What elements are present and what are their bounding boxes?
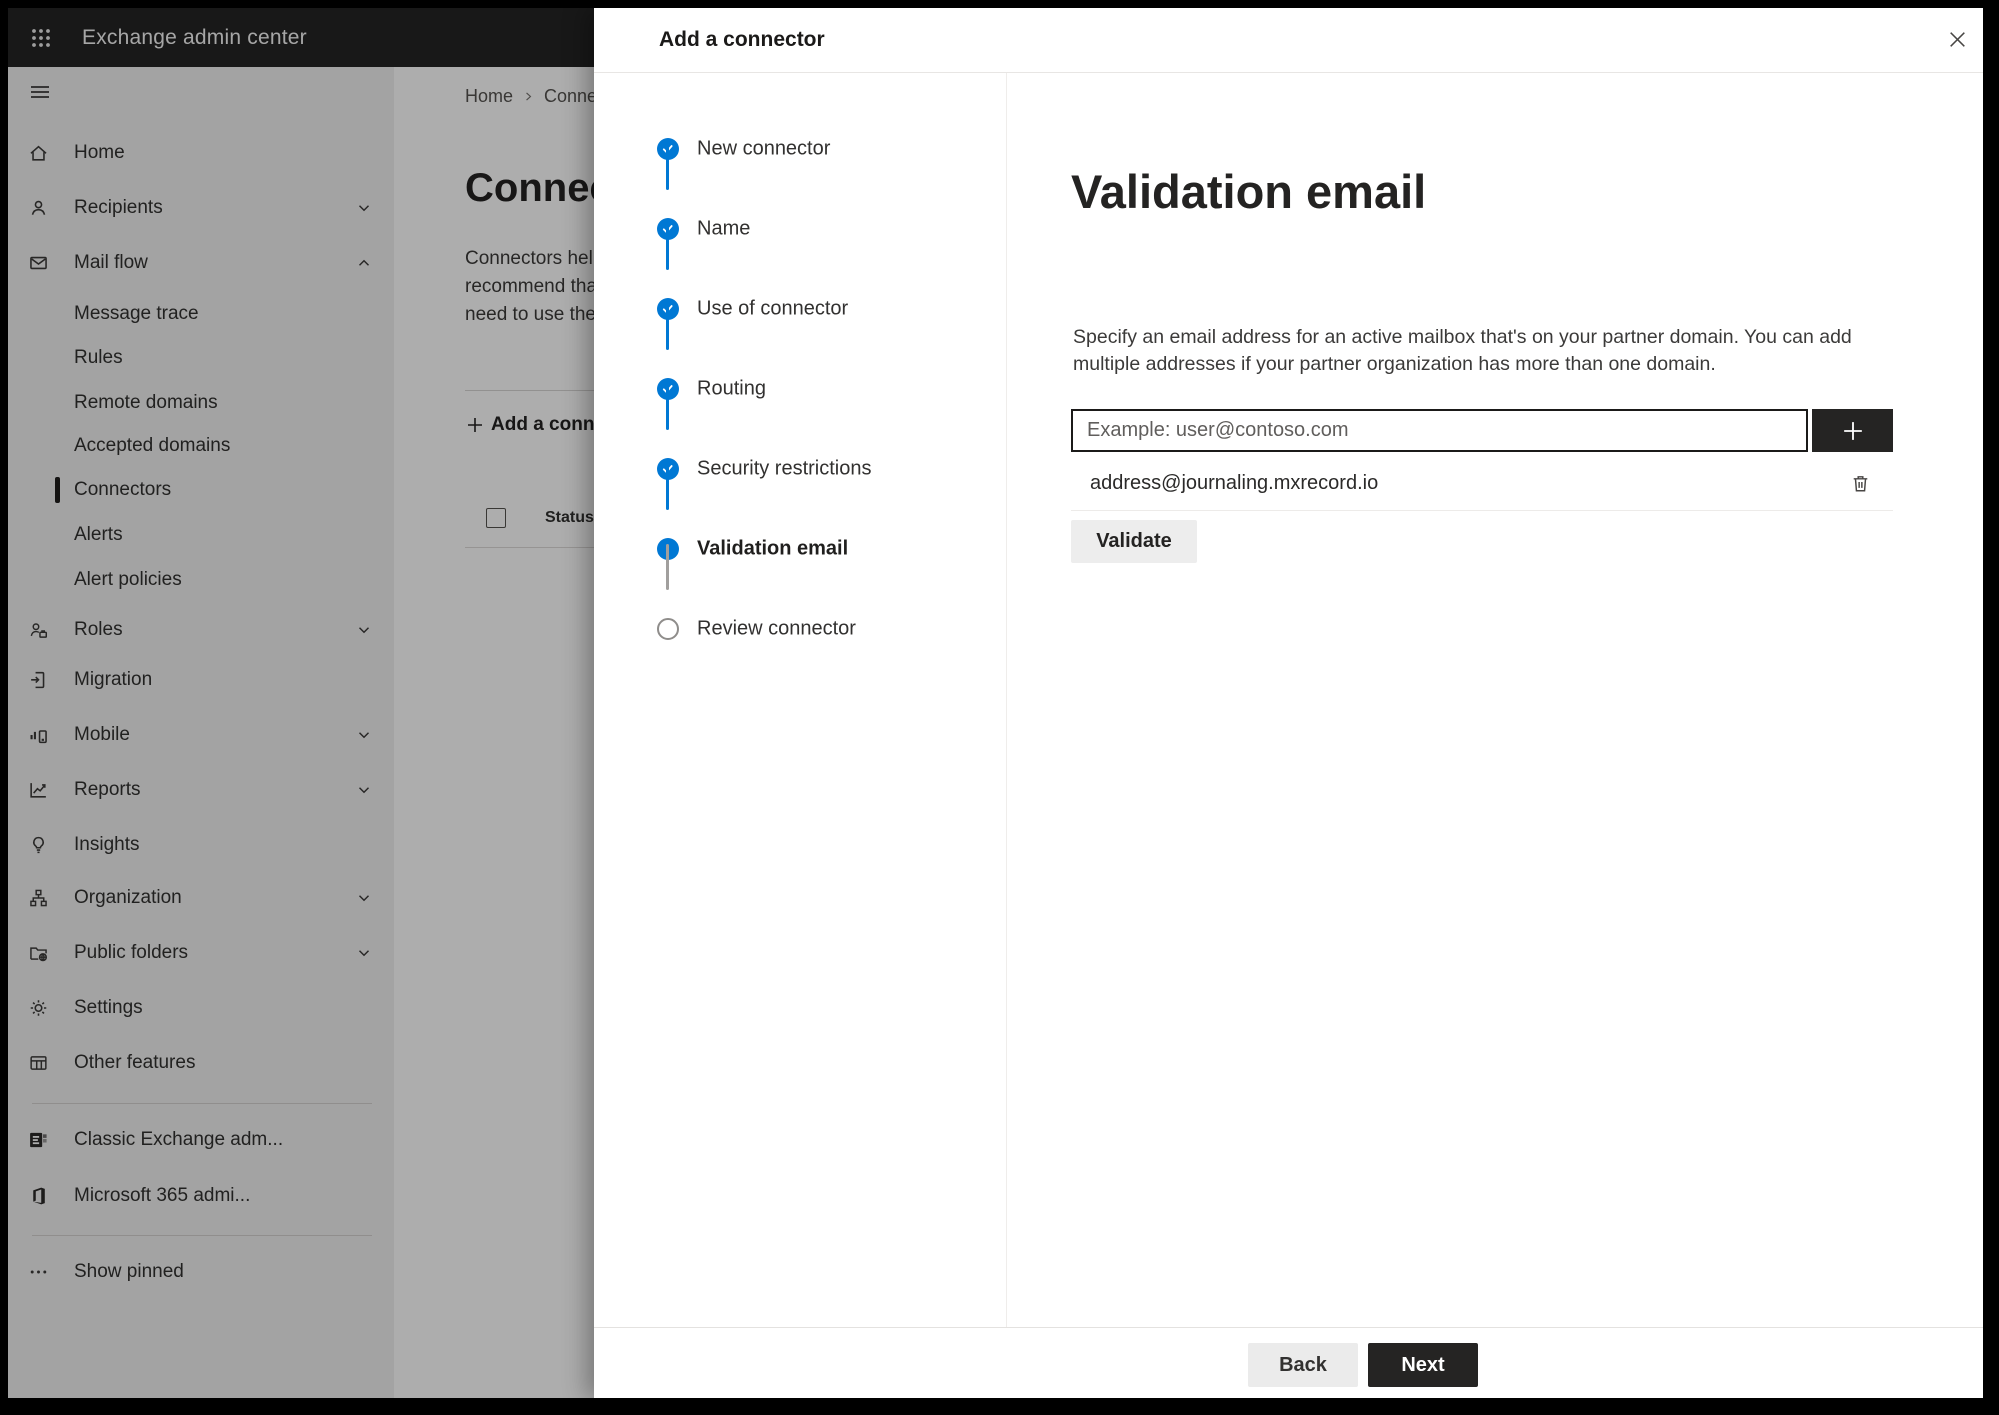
app-window: Exchange admin center Home Recipients Ma… xyxy=(8,8,1983,1398)
dialog-title: Add a connector xyxy=(659,28,825,51)
step-name[interactable]: Name xyxy=(594,207,1004,251)
plus-icon xyxy=(1840,418,1866,444)
close-button[interactable] xyxy=(1936,20,1978,58)
address-row-divider xyxy=(1071,510,1893,511)
back-button[interactable]: Back xyxy=(1248,1343,1358,1387)
step-connector-line xyxy=(666,464,669,510)
add-connector-dialog: Add a connector New connector Name Use o… xyxy=(594,8,1983,1398)
next-button[interactable]: Next xyxy=(1368,1343,1478,1387)
add-email-button[interactable] xyxy=(1812,409,1893,452)
modal-dim-overlay xyxy=(8,8,594,1398)
close-icon xyxy=(1947,29,1968,50)
step-page-heading: Validation email xyxy=(1071,165,1427,218)
step-connector-line xyxy=(666,224,669,270)
step-connector-line xyxy=(666,144,669,190)
step-connector-line xyxy=(666,544,669,590)
step-review-connector[interactable]: Review connector xyxy=(594,607,1004,651)
validation-email-input[interactable] xyxy=(1071,409,1808,452)
step-upcoming-icon xyxy=(657,618,679,640)
dialog-footer-divider xyxy=(594,1327,1983,1328)
validation-email-address: address@journaling.mxrecord.io xyxy=(1090,472,1379,494)
stepper-divider xyxy=(1006,73,1007,1327)
step-connector-line xyxy=(666,384,669,430)
delete-address-button[interactable] xyxy=(1840,463,1880,503)
step-use-of-connector[interactable]: Use of connector xyxy=(594,287,1004,331)
step-connector-line xyxy=(666,304,669,350)
step-validation-email[interactable]: Validation email xyxy=(594,527,1004,571)
step-routing[interactable]: Routing xyxy=(594,367,1004,411)
trash-icon xyxy=(1849,472,1872,495)
step-description: Specify an email address for an active m… xyxy=(1073,326,1852,375)
validate-button[interactable]: Validate xyxy=(1071,520,1197,563)
step-security-restrictions[interactable]: Security restrictions xyxy=(594,447,1004,491)
step-new-connector[interactable]: New connector xyxy=(594,127,1004,171)
dialog-header-divider xyxy=(594,72,1983,73)
